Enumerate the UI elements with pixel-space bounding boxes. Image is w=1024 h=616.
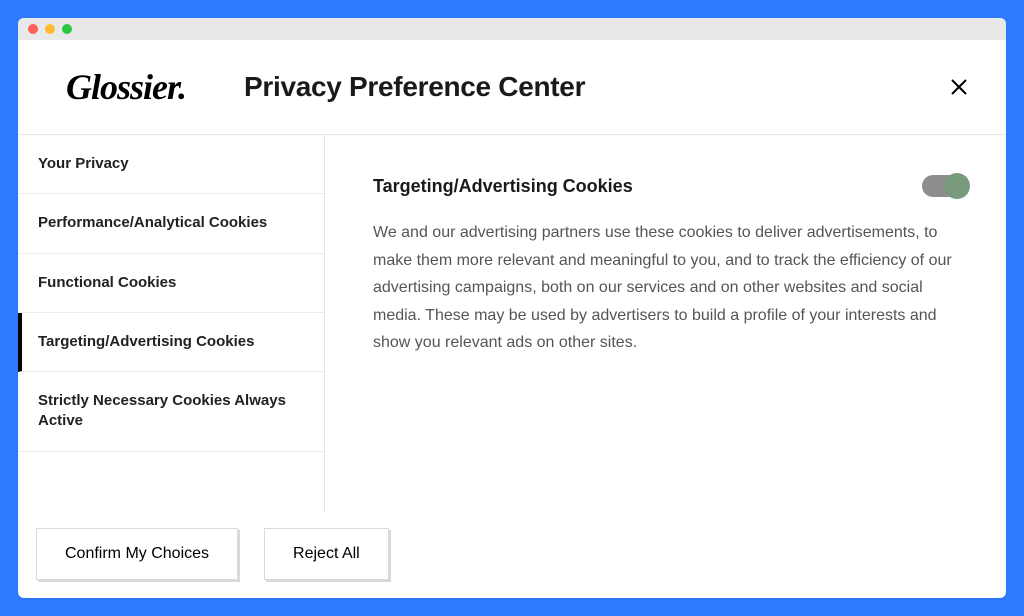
content-header: Targeting/Advertising Cookies: [373, 175, 968, 197]
footer: Confirm My Choices Reject All: [18, 512, 1006, 598]
sidebar: Your Privacy Performance/Analytical Cook…: [18, 135, 325, 512]
window-min-dot[interactable]: [45, 24, 55, 34]
window-close-dot[interactable]: [28, 24, 38, 34]
body: Your Privacy Performance/Analytical Cook…: [18, 135, 1006, 512]
sidebar-item-targeting[interactable]: Targeting/Advertising Cookies: [18, 313, 324, 372]
targeting-toggle[interactable]: [922, 175, 968, 197]
toggle-knob: [944, 173, 970, 199]
sidebar-item-label: Performance/Analytical Cookies: [38, 214, 267, 231]
sidebar-item-strictly-necessary[interactable]: Strictly Necessary Cookies Always Active: [18, 372, 324, 452]
brand-logo: Glossier.: [66, 66, 186, 108]
confirm-button[interactable]: Confirm My Choices: [36, 528, 238, 580]
header: Glossier. Privacy Preference Center: [18, 40, 1006, 135]
close-icon: [951, 79, 967, 95]
sidebar-item-functional[interactable]: Functional Cookies: [18, 254, 324, 313]
reject-button[interactable]: Reject All: [264, 528, 389, 580]
close-button[interactable]: [948, 76, 970, 98]
window: Glossier. Privacy Preference Center Your…: [18, 18, 1006, 598]
sidebar-item-your-privacy[interactable]: Your Privacy: [18, 135, 324, 194]
sidebar-item-performance[interactable]: Performance/Analytical Cookies: [18, 194, 324, 253]
content-title: Targeting/Advertising Cookies: [373, 176, 633, 197]
sidebar-item-label: Your Privacy: [38, 155, 129, 172]
sidebar-item-label: Strictly Necessary Cookies Always Active: [38, 392, 286, 429]
sidebar-item-label: Targeting/Advertising Cookies: [38, 333, 254, 350]
window-chrome: [18, 18, 1006, 40]
window-max-dot[interactable]: [62, 24, 72, 34]
content-description: We and our advertising partners use thes…: [373, 219, 968, 357]
content-panel: Targeting/Advertising Cookies We and our…: [325, 135, 1006, 512]
sidebar-item-label: Functional Cookies: [38, 274, 176, 291]
page-title: Privacy Preference Center: [244, 71, 585, 103]
